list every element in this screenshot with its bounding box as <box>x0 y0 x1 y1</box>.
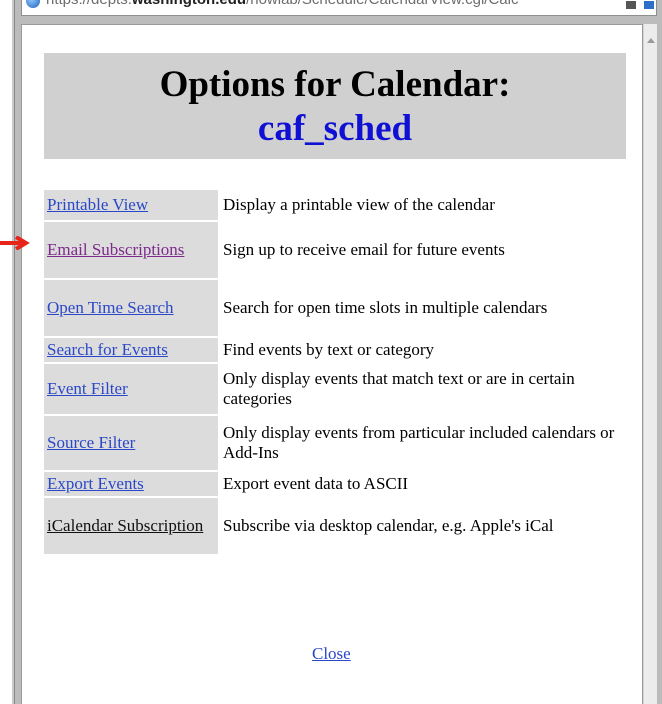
url-domain: washington.edu <box>132 0 246 8</box>
link-search-for-events[interactable]: Search for Events <box>47 340 168 359</box>
url-text[interactable]: https://depts.washington.edu/nowlab/Sche… <box>46 0 518 8</box>
link-export-events[interactable]: Export Events <box>47 474 144 493</box>
scrollbar[interactable] <box>643 24 657 704</box>
page-icon[interactable] <box>626 1 636 9</box>
option-row-event-filter: Event Filter Only display events that mat… <box>44 364 618 414</box>
option-description: Sign up to receive email for future even… <box>223 240 505 259</box>
globe-icon <box>26 0 40 8</box>
page-content: Options for Calendar: caf_sched Printabl… <box>21 24 643 704</box>
option-row-source-filter: Source Filter Only display events from pa… <box>44 416 618 470</box>
option-link-cell: Event Filter <box>44 364 218 414</box>
link-email-subscriptions[interactable]: Email Subscriptions <box>47 240 184 259</box>
security-icon[interactable] <box>644 1 654 9</box>
screenshot: https://depts.washington.edu/nowlab/Sche… <box>0 0 662 704</box>
popup-window: https://depts.washington.edu/nowlab/Sche… <box>14 0 662 704</box>
option-link-cell: Export Events <box>44 472 218 496</box>
option-description: Subscribe via desktop calendar, e.g. App… <box>223 516 554 535</box>
option-row-icalendar-subscription: iCalendar Subscription Subscribe via desk… <box>44 498 618 554</box>
option-description: Only display events from particular incl… <box>223 423 615 462</box>
option-description: Display a printable view of the calendar <box>223 195 495 214</box>
background-strip <box>0 0 14 704</box>
scroll-up-arrow-icon[interactable] <box>647 38 655 43</box>
address-bar[interactable]: https://depts.washington.edu/nowlab/Sche… <box>21 0 657 16</box>
option-link-cell: iCalendar Subscription <box>44 498 218 554</box>
url-path: /nowlab/Schedule/CalendarView.cgi/Calc <box>246 0 518 8</box>
option-description: Only display events that match text or a… <box>223 369 575 408</box>
url-prefix: https://depts. <box>46 0 132 8</box>
option-description: Find events by text or category <box>223 340 435 359</box>
close-link[interactable]: Close <box>312 644 351 664</box>
options-table: Printable View Display a printable view o… <box>44 188 618 556</box>
red-arrow-icon <box>0 236 30 250</box>
option-link-cell: Printable View <box>44 190 218 220</box>
option-link-cell: Email Subscriptions <box>44 222 218 278</box>
calendar-name: caf_sched <box>257 108 413 149</box>
link-event-filter[interactable]: Event Filter <box>47 379 128 398</box>
link-printable-view[interactable]: Printable View <box>47 195 148 214</box>
title-box: Options for Calendar: caf_sched <box>44 53 626 159</box>
page-title: Options for Calendar: <box>159 64 511 105</box>
option-row-printable-view: Printable View Display a printable view o… <box>44 190 618 220</box>
option-row-email-subscriptions: Email Subscriptions Sign up to receive em… <box>44 222 618 278</box>
option-link-cell: Source Filter <box>44 416 218 470</box>
option-row-open-time-search: Open Time Search Search for open time slo… <box>44 280 618 336</box>
option-description: Export event data to ASCII <box>223 474 409 493</box>
option-row-search-for-events: Search for Events Find events by text or … <box>44 338 618 362</box>
option-link-cell: Open Time Search <box>44 280 218 336</box>
option-row-export-events: Export Events Export event data to ASCII <box>44 472 618 496</box>
link-icalendar-subscription[interactable]: iCalendar Subscription <box>47 516 203 535</box>
option-link-cell: Search for Events <box>44 338 218 362</box>
link-open-time-search[interactable]: Open Time Search <box>47 298 174 317</box>
option-description: Search for open time slots in multiple c… <box>223 298 548 317</box>
link-source-filter[interactable]: Source Filter <box>47 433 135 452</box>
